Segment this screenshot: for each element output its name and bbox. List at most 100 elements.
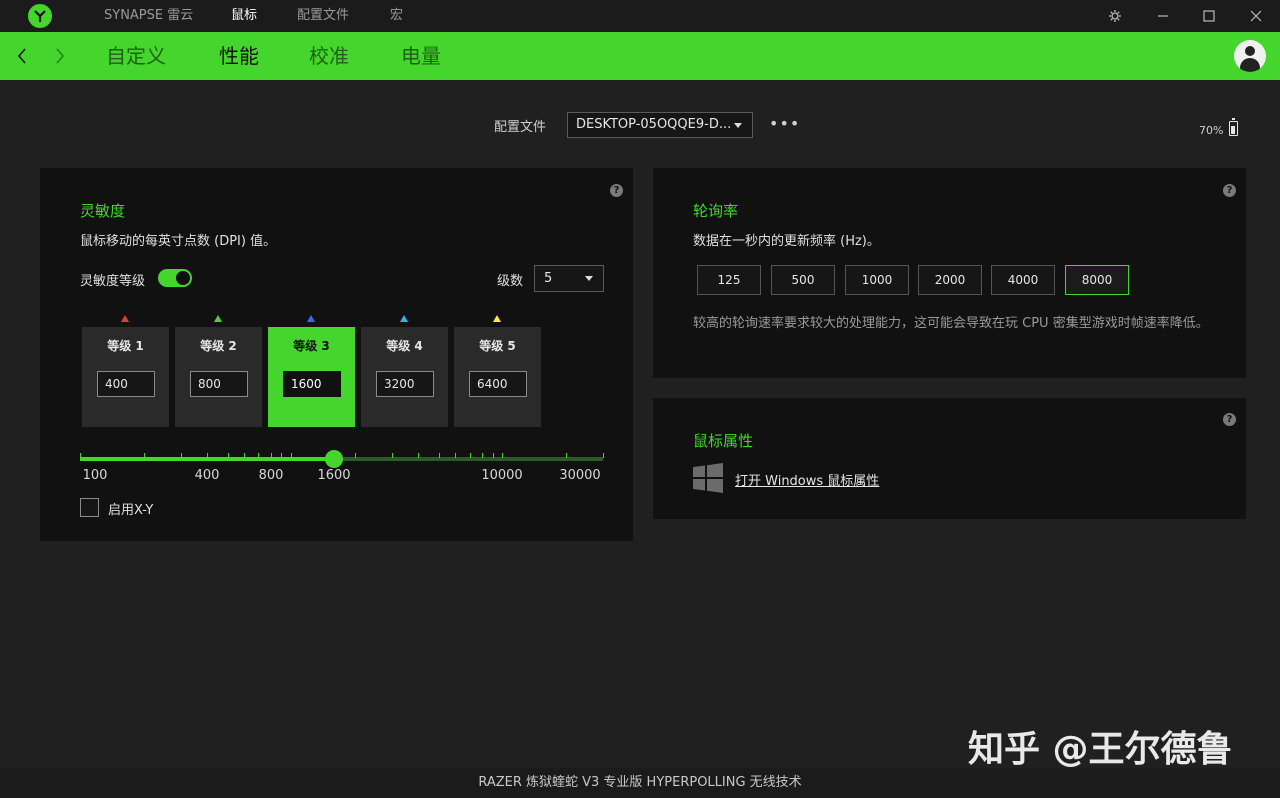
slider-tick-label: 10000 bbox=[481, 468, 523, 483]
polling-note: 较高的轮询速率要求较大的处理能力，这可能会导致在玩 CPU 密集型游戏时帧速率降… bbox=[693, 316, 1209, 331]
forward-arrow-icon[interactable] bbox=[52, 42, 68, 70]
profile-select-value: DESKTOP-05OQQE9-D... bbox=[576, 117, 732, 132]
stage-name: 等级 4 bbox=[386, 339, 423, 353]
slider-tick bbox=[418, 453, 419, 458]
slider-tick bbox=[355, 453, 356, 458]
stage-name: 等级 1 bbox=[107, 339, 144, 353]
profile-label: 配置文件 bbox=[494, 120, 547, 135]
levels-label: 级数 bbox=[497, 274, 524, 289]
slider-tick bbox=[439, 453, 440, 458]
tab-calibration[interactable]: 校准 bbox=[309, 32, 349, 80]
stage-dpi-input[interactable]: 6400 bbox=[469, 371, 527, 397]
xy-checkbox-label: 启用X-Y bbox=[108, 503, 154, 518]
nav-profiles[interactable]: 配置文件 bbox=[297, 0, 349, 32]
watermark: 知乎 @王尔德鲁 bbox=[968, 729, 1233, 770]
more-options-icon[interactable]: ••• bbox=[769, 114, 800, 133]
dpi-stage-5[interactable]: 等级 5 6400 bbox=[454, 315, 541, 427]
slider-tick bbox=[502, 453, 503, 458]
slider-tick bbox=[566, 453, 567, 458]
mouse-properties-panel bbox=[653, 398, 1246, 519]
polling-rate-2000-button[interactable]: 2000 bbox=[918, 265, 982, 295]
polling-rate-8000-button[interactable]: 8000 bbox=[1065, 265, 1129, 295]
slider-tick bbox=[482, 453, 483, 458]
levels-select[interactable]: 5 bbox=[534, 265, 604, 292]
maximize-icon[interactable] bbox=[1199, 6, 1219, 26]
battery-icon bbox=[1229, 118, 1238, 136]
stages-toggle-label: 灵敏度等级 bbox=[80, 274, 146, 289]
slider-tick bbox=[244, 453, 245, 458]
help-icon[interactable]: ? bbox=[1223, 184, 1236, 197]
slider-tick bbox=[228, 453, 229, 458]
tab-performance[interactable]: 性能 bbox=[219, 32, 259, 80]
slider-tick bbox=[271, 453, 272, 458]
sub-nav-bar: 自定义 性能 校准 电量 bbox=[0, 32, 1280, 80]
nav-mouse[interactable]: 鼠标 bbox=[231, 0, 257, 32]
slider-tick bbox=[493, 453, 494, 458]
tab-power[interactable]: 电量 bbox=[401, 32, 441, 80]
polling-rate-500-button[interactable]: 500 bbox=[771, 265, 835, 295]
slider-tick bbox=[207, 453, 208, 458]
slider-tick-label: 1600 bbox=[317, 468, 351, 483]
slider-tick bbox=[258, 453, 259, 458]
slider-tick bbox=[281, 453, 282, 458]
help-icon[interactable]: ? bbox=[610, 184, 623, 197]
back-arrow-icon[interactable] bbox=[14, 42, 30, 70]
nav-synapse[interactable]: SYNAPSE 雷云 bbox=[104, 0, 193, 32]
avatar[interactable] bbox=[1234, 40, 1266, 72]
stage-dpi-input[interactable]: 400 bbox=[97, 371, 155, 397]
stage-color-indicator-icon bbox=[493, 315, 501, 322]
close-icon[interactable] bbox=[1246, 6, 1266, 26]
battery-percent: 70% bbox=[1199, 124, 1224, 137]
slider-tick bbox=[144, 453, 145, 458]
dpi-stage-3[interactable]: 等级 3 1600 bbox=[268, 315, 355, 427]
chevron-down-icon bbox=[734, 123, 742, 128]
slider-tick bbox=[181, 453, 182, 458]
slider-tick-label: 100 bbox=[82, 468, 108, 483]
slider-tick bbox=[455, 453, 456, 458]
stage-dpi-input[interactable]: 1600 bbox=[283, 371, 341, 397]
sensitivity-desc: 鼠标移动的每英寸点数 (DPI) 值。 bbox=[80, 234, 277, 249]
slider-tick bbox=[392, 453, 393, 458]
stages-toggle[interactable] bbox=[158, 269, 192, 287]
windows-logo-icon bbox=[692, 462, 724, 494]
polling-title: 轮询率 bbox=[693, 202, 739, 220]
slider-tick bbox=[80, 453, 81, 458]
minimize-icon[interactable] bbox=[1153, 6, 1173, 26]
device-name-footer: RAZER 炼狱蝰蛇 V3 专业版 HYPERPOLLING 无线技术 bbox=[0, 768, 1280, 798]
stage-color-indicator-icon bbox=[400, 315, 408, 322]
stage-name: 等级 5 bbox=[479, 339, 516, 353]
slider-tick bbox=[603, 453, 604, 458]
dpi-stage-1[interactable]: 等级 1 400 bbox=[82, 315, 169, 427]
polling-rate-4000-button[interactable]: 4000 bbox=[991, 265, 1055, 295]
polling-rate-125-button[interactable]: 125 bbox=[697, 265, 761, 295]
slider-tick-label: 30000 bbox=[559, 468, 601, 483]
stage-color-indicator-icon bbox=[121, 315, 129, 322]
nav-macro[interactable]: 宏 bbox=[390, 0, 403, 32]
slider-tick-label: 400 bbox=[194, 468, 220, 483]
slider-tick bbox=[291, 453, 292, 458]
help-icon[interactable]: ? bbox=[1223, 413, 1236, 426]
stage-name: 等级 3 bbox=[293, 339, 330, 353]
title-bar: SYNAPSE 雷云 鼠标 配置文件 宏 bbox=[0, 0, 1280, 32]
razer-logo-icon[interactable] bbox=[28, 4, 52, 28]
xy-checkbox[interactable] bbox=[80, 498, 99, 517]
stage-dpi-input[interactable]: 800 bbox=[190, 371, 248, 397]
stage-dpi-input[interactable]: 3200 bbox=[376, 371, 434, 397]
dpi-stage-2[interactable]: 等级 2 800 bbox=[175, 315, 262, 427]
chevron-down-icon bbox=[585, 276, 593, 281]
settings-icon[interactable] bbox=[1105, 6, 1125, 26]
slider-tick-label: 800 bbox=[258, 468, 284, 483]
polling-rate-1000-button[interactable]: 1000 bbox=[845, 265, 909, 295]
sensitivity-title: 灵敏度 bbox=[80, 202, 126, 220]
mouse-properties-title: 鼠标属性 bbox=[693, 432, 754, 450]
open-mouse-properties-link[interactable]: 打开 Windows 鼠标属性 bbox=[735, 470, 879, 489]
polling-desc: 数据在一秒内的更新频率 (Hz)。 bbox=[693, 234, 880, 249]
stage-color-indicator-icon bbox=[307, 315, 315, 322]
dpi-stage-4[interactable]: 等级 4 3200 bbox=[361, 315, 448, 427]
stage-color-indicator-icon bbox=[214, 315, 222, 322]
tab-customize[interactable]: 自定义 bbox=[106, 32, 166, 80]
levels-select-value: 5 bbox=[544, 271, 553, 286]
slider-tick bbox=[470, 453, 471, 458]
stage-name: 等级 2 bbox=[200, 339, 237, 353]
profile-select[interactable]: DESKTOP-05OQQE9-D... bbox=[567, 112, 753, 138]
